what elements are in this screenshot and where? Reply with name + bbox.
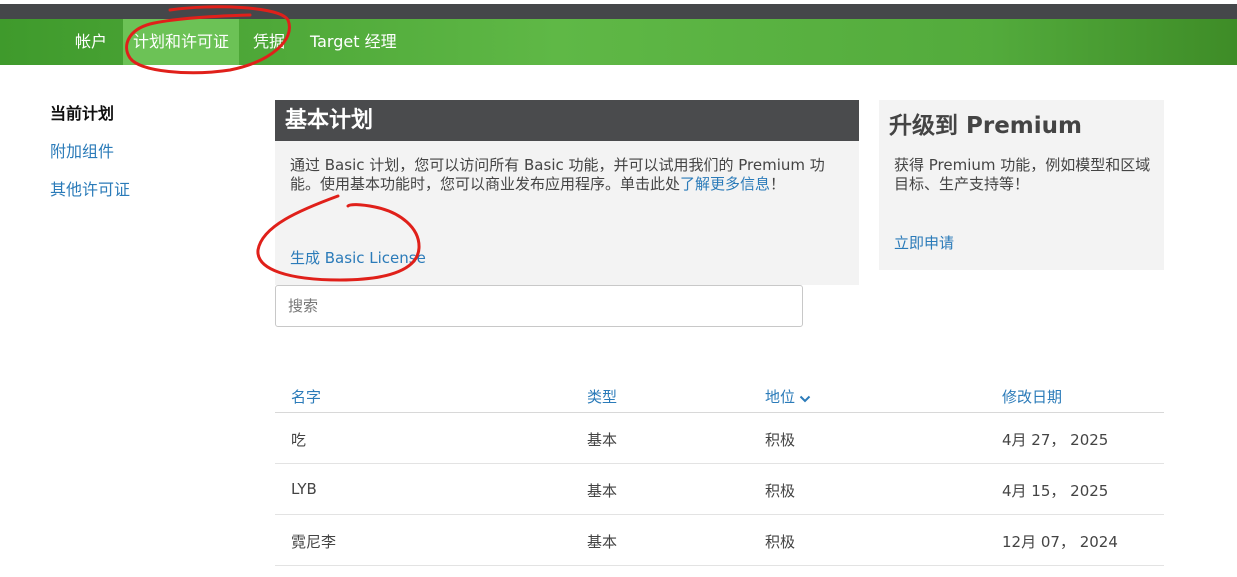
sidebar-item-other-licenses[interactable]: 其他许可证 (50, 176, 130, 200)
chevron-down-icon[interactable] (799, 389, 811, 407)
premium-upgrade-card: 升级到 Premium 获得 Premium 功能，例如模型和区域目标、生产支持… (879, 100, 1164, 270)
sidebar-item-current-plan[interactable]: 当前计划 (50, 100, 114, 124)
cell-type: 基本 (587, 533, 618, 551)
column-header-name[interactable]: 名字 (291, 386, 321, 407)
learn-more-link[interactable]: 了解更多信息 (680, 175, 770, 193)
top-nav: 帐户 计划和许可证 凭据 Target 经理 (0, 19, 1237, 65)
nav-plans-licenses[interactable]: 计划和许可证 (123, 19, 240, 65)
license-table: 名字 类型 地位 修改日期 吃 基本 积极 4月 27， 2025 LYB 基本… (275, 376, 1164, 566)
dark-header-bar (0, 4, 1237, 19)
cell-status: 积极 (765, 431, 796, 449)
basic-plan-description: 通过 Basic 计划，您可以访问所有 Basic 功能，并可以试用我们的 Pr… (290, 156, 835, 194)
cell-name[interactable]: LYB (291, 480, 317, 498)
cell-type: 基本 (587, 431, 618, 449)
cell-type: 基本 (587, 482, 618, 500)
column-header-type[interactable]: 类型 (587, 386, 617, 407)
table-row[interactable]: 吃 基本 积极 4月 27， 2025 (275, 413, 1164, 464)
sidebar-item-add-ons[interactable]: 附加组件 (50, 138, 114, 162)
apply-now-link[interactable]: 立即申请 (894, 232, 954, 253)
basic-plan-title: 基本计划 (275, 100, 859, 141)
column-header-status[interactable]: 地位 (765, 386, 811, 407)
table-row[interactable]: LYB 基本 积极 4月 15， 2025 (275, 464, 1164, 515)
cell-date: 4月 27， 2025 (1002, 431, 1109, 449)
column-header-modified-date[interactable]: 修改日期 (1002, 386, 1062, 407)
premium-description: 获得 Premium 功能，例如模型和区域目标、生产支持等！ (894, 156, 1151, 193)
cell-date: 4月 15， 2025 (1002, 482, 1109, 500)
table-header: 名字 类型 地位 修改日期 (275, 376, 1164, 413)
nav-target-manager[interactable]: Target 经理 (310, 19, 397, 65)
cell-name[interactable]: 霓尼李 (291, 531, 336, 552)
table-row[interactable]: 霓尼李 基本 积极 12月 07， 2024 (275, 515, 1164, 566)
premium-title: 升级到 Premium (889, 113, 1082, 139)
cell-name[interactable]: 吃 (291, 429, 306, 450)
basic-plan-description-end: ！ (770, 175, 786, 193)
search-input[interactable] (275, 285, 803, 327)
generate-basic-license-link[interactable]: 生成 Basic License (290, 247, 426, 268)
column-header-status-label: 地位 (765, 388, 796, 406)
nav-account[interactable]: 帐户 (75, 19, 107, 65)
basic-plan-card: 基本计划 通过 Basic 计划，您可以访问所有 Basic 功能，并可以试用我… (275, 100, 859, 285)
nav-credentials[interactable]: 凭据 (253, 19, 285, 65)
cell-date: 12月 07， 2024 (1002, 533, 1118, 551)
cell-status: 积极 (765, 533, 796, 551)
cell-status: 积极 (765, 482, 796, 500)
